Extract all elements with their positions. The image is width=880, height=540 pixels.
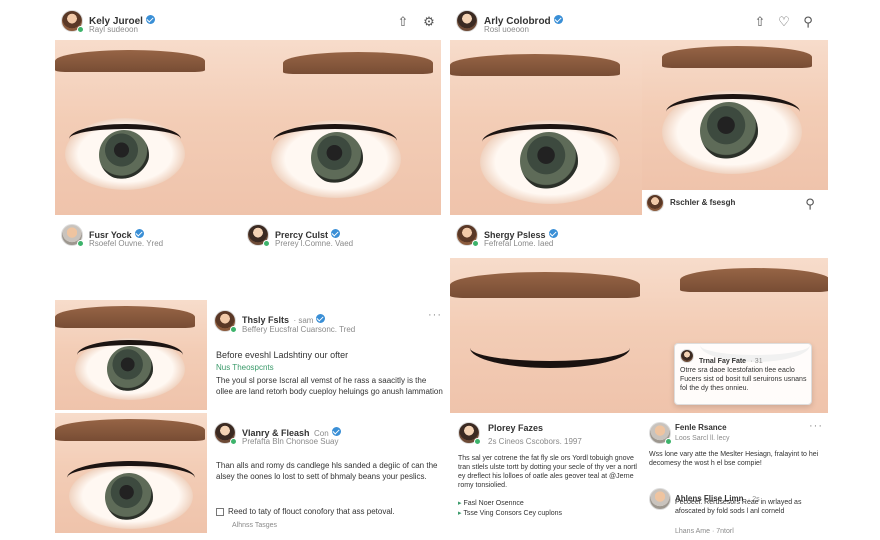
post-header-5: Shergy Psless Fefrefal Lome. Iaed — [450, 220, 642, 254]
settings-icon[interactable]: ⚙ — [421, 14, 437, 30]
author-name[interactable]: Plorey Fazes — [488, 423, 543, 433]
post-header-2: Arly Colobrod Rosl uoeoon ⇧ ♡ ⚲ — [450, 6, 828, 38]
author-meta: Rsoefel Ouvne. Yred — [89, 239, 164, 248]
author-name[interactable]: Thsly Fslts — [242, 315, 289, 325]
checkbox-icon[interactable] — [216, 507, 224, 516]
heart-icon[interactable]: ♡ — [776, 14, 792, 30]
author-name[interactable]: Fenle Rsance — [675, 423, 727, 432]
popup-author[interactable]: Trnal Fay Fate — [699, 358, 746, 365]
author-meta: Rayl sudeoon — [89, 25, 138, 34]
popup-time: · 31 — [750, 358, 763, 365]
post-header-4: Prercy Culst Prerey l.Comne. Vaed — [243, 220, 441, 254]
eye-photo[interactable] — [450, 40, 642, 215]
verified-icon — [331, 427, 341, 437]
post-9: Plorey Fazes 2s Cineos Cscobors. 1997 Th… — [452, 418, 642, 536]
post-link[interactable]: Nus Theospcnts — [216, 362, 274, 374]
post-text: Pecoeel. Rerusesors Reae in wrlayed as a… — [675, 499, 802, 515]
author-meta: Prerey l.Comne. Vaed — [275, 239, 354, 248]
post-8: Vlanry & Fleash Con Prefafta Bln Chonsoe… — [210, 418, 445, 536]
post-footer: Reed to taty of flouct conofory that ass… — [216, 506, 395, 518]
tag-row-2[interactable]: ▸ Tsse Ving Consors Cey cuplons — [458, 508, 562, 520]
verified-icon — [548, 229, 558, 239]
eye-photo[interactable] — [55, 413, 207, 533]
author-name[interactable]: Rschler & fsesgh — [670, 198, 735, 207]
post-10: Fenle Rsance Loos Sarcl ll. lecy ··· Wss… — [645, 418, 828, 478]
post-header-1: Kely Juroel Rayl sudeoon ⇧ ⚙ — [55, 6, 440, 38]
search-icon[interactable]: ⚲ — [802, 196, 818, 212]
more-icon[interactable]: ··· — [428, 309, 442, 321]
footer-meta: Alhnss Tasges — [232, 522, 278, 529]
post-text: Than alls and romy ds candlege hls sande… — [216, 461, 438, 481]
user-icon[interactable]: ⚲ — [800, 14, 816, 30]
author-meta: Lhans Ame · 7ntorl — [675, 528, 734, 535]
avatar[interactable] — [456, 10, 478, 32]
avatar[interactable] — [680, 349, 694, 363]
verified-icon — [134, 229, 144, 239]
post-11: Ahlens Flise Limn · 2s Pecoeel. Reruseso… — [645, 484, 828, 538]
post-header-6: Rschler & fsesgh ⚲ — [642, 192, 828, 216]
eye-photo[interactable] — [243, 40, 441, 215]
post-text: Ths sal yer cotrene the fat fly sle ors … — [458, 455, 637, 489]
share-icon[interactable]: ⇧ — [395, 14, 411, 30]
online-indicator — [77, 26, 84, 33]
post-text: Wss lone vary atte the Meslter Hesiagn, … — [649, 451, 819, 467]
author-meta: Beffery Eucsfral Cuarsonc. Tred — [242, 325, 356, 334]
post-header-3: Fusr Yock Rsoefel Ouvne. Yred — [55, 220, 243, 254]
eye-photo[interactable] — [55, 40, 243, 215]
share-icon[interactable]: ⇧ — [752, 14, 768, 30]
author-meta: Prefafta Bln Chonsoe Suay — [242, 437, 339, 446]
footer-text: Reed to taty of flouct conofory that ass… — [228, 507, 395, 516]
eye-photo[interactable] — [642, 40, 828, 190]
verified-icon — [553, 15, 563, 25]
eye-photo[interactable] — [55, 300, 207, 410]
post-headline: Before eveshl Ladshtiny our ofter — [216, 350, 349, 360]
more-icon[interactable]: ··· — [809, 420, 823, 432]
author-meta: 2s Cineos Cscobors. 1997 — [488, 437, 582, 446]
post-text: The youl sl porse Iscral all vemst of he… — [216, 376, 443, 396]
verified-icon — [316, 314, 326, 324]
comment-popup[interactable]: Trnal Fay Fate · 31 Otrre sra daoe Icest… — [674, 343, 812, 405]
verified-icon — [331, 229, 341, 239]
post-7: Thsly Fslts · sam Beffery Eucsfral Cuars… — [210, 305, 445, 415]
author-meta: Fefrefal Lome. Iaed — [484, 239, 554, 248]
author-meta: Loos Sarcl ll. lecy — [675, 435, 730, 442]
avatar[interactable] — [649, 488, 671, 510]
verified-icon — [145, 15, 155, 25]
post-time: · sam — [293, 316, 314, 325]
popup-text: Otrre sra daoe Icestofation tlee eaclo F… — [680, 367, 807, 392]
avatar[interactable] — [646, 194, 664, 212]
author-meta: Rosl uoeoon — [484, 25, 529, 34]
